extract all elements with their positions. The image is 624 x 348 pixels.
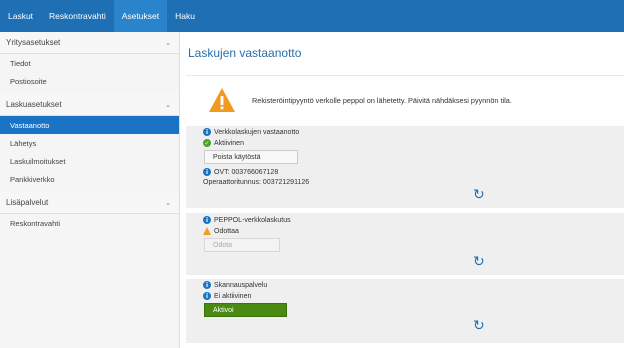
sidebar-item-lahetys[interactable]: Lähetys	[0, 134, 179, 152]
info-icon: i	[203, 128, 211, 136]
info-icon: i	[203, 216, 211, 224]
panel-skannaus: i Skannauspalvelu i Ei aktiivinen Aktivo…	[186, 279, 624, 343]
wait-button[interactable]: Odota	[204, 238, 280, 252]
status-text: Ei aktiivinen	[214, 292, 252, 300]
status-row: ✓ Aktiivinen	[203, 139, 244, 147]
chevron-down-icon: ⌄	[165, 101, 171, 109]
sidebar-group-label: Yritysasetukset	[6, 38, 61, 47]
ovt-text: OVT: 003766067128	[214, 168, 279, 176]
deactivate-button[interactable]: Poista käytöstä	[204, 150, 298, 164]
panel-title-row: i PEPPOL-verkkolaskutus	[203, 216, 291, 224]
info-icon: i	[203, 281, 211, 289]
warning-icon	[203, 227, 211, 235]
nav-asetukset[interactable]: Asetukset	[113, 0, 168, 32]
status-row: Odottaa	[203, 227, 239, 235]
sidebar-group-laskuasetukset[interactable]: Laskuasetukset ⌄	[0, 94, 179, 116]
nav-reskontravahti[interactable]: Reskontravahti	[41, 0, 114, 32]
ovt-row: i OVT: 003766067128	[203, 168, 278, 176]
chevron-down-icon: ⌄	[165, 39, 171, 47]
sidebar-group-lisapalvelut[interactable]: Lisäpalvelut ⌄	[0, 192, 179, 214]
panel-verkkolaskut: i Verkkolaskujen vastaanotto ✓ Aktiivine…	[186, 126, 624, 208]
sidebar-group-label: Lisäpalvelut	[6, 198, 49, 207]
status-text: Odottaa	[214, 227, 239, 235]
check-icon: ✓	[203, 139, 211, 147]
activate-button[interactable]: Aktivoi	[204, 303, 287, 317]
warning-icon	[209, 88, 235, 112]
panel-title: PEPPOL-verkkolaskutus	[214, 216, 291, 224]
main-content: Laskujen vastaanotto Rekisteröintipyyntö…	[180, 32, 624, 348]
refresh-icon[interactable]: ↻	[473, 187, 485, 203]
sidebar-item-laskuilmoitukset[interactable]: Laskuilmoitukset	[0, 152, 179, 170]
refresh-icon[interactable]: ↻	[473, 318, 485, 334]
info-icon: i	[203, 292, 211, 300]
sidebar-group-yritysasetukset[interactable]: Yritysasetukset ⌄	[0, 32, 179, 54]
panel-peppol: i PEPPOL-verkkolaskutus Odottaa Odota ↻	[186, 213, 624, 275]
info-icon: i	[203, 168, 211, 176]
nav-haku[interactable]: Haku	[167, 0, 203, 32]
sidebar-item-tiedot[interactable]: Tiedot	[0, 54, 179, 72]
status-text: Aktiivinen	[214, 139, 244, 147]
operator-text: Operaattoritunnus: 003721291126	[203, 179, 310, 186]
panel-title: Skannauspalvelu	[214, 281, 268, 289]
sidebar-item-pankkiverkko[interactable]: Pankkiverkko	[0, 170, 179, 188]
sidebar-group-label: Laskuasetukset	[6, 100, 62, 109]
refresh-icon[interactable]: ↻	[473, 254, 485, 270]
status-row: i Ei aktiivinen	[203, 292, 251, 300]
page-title: Laskujen vastaanotto	[188, 46, 302, 60]
panel-title: Verkkolaskujen vastaanotto	[214, 128, 300, 136]
chevron-down-icon: ⌄	[165, 199, 171, 207]
operator-row: Operaattoritunnus: 003721291126	[203, 179, 309, 186]
top-navigation: Laskut Reskontravahti Asetukset Haku	[0, 0, 624, 32]
nav-laskut[interactable]: Laskut	[0, 0, 41, 32]
panel-title-row: i Verkkolaskujen vastaanotto	[203, 128, 299, 136]
alert-message: Rekisteröintipyyntö verkolle peppol on l…	[252, 96, 512, 105]
sidebar-item-postiosoite[interactable]: Postiosoite	[0, 72, 179, 90]
panel-title-row: i Skannauspalvelu	[203, 281, 267, 289]
sidebar-item-reskontravahti[interactable]: Reskontravahti	[0, 214, 179, 232]
sidebar: Yritysasetukset ⌄ Tiedot Postiosoite Las…	[0, 32, 180, 348]
sidebar-item-vastaanotto[interactable]: Vastaanotto	[0, 116, 179, 134]
